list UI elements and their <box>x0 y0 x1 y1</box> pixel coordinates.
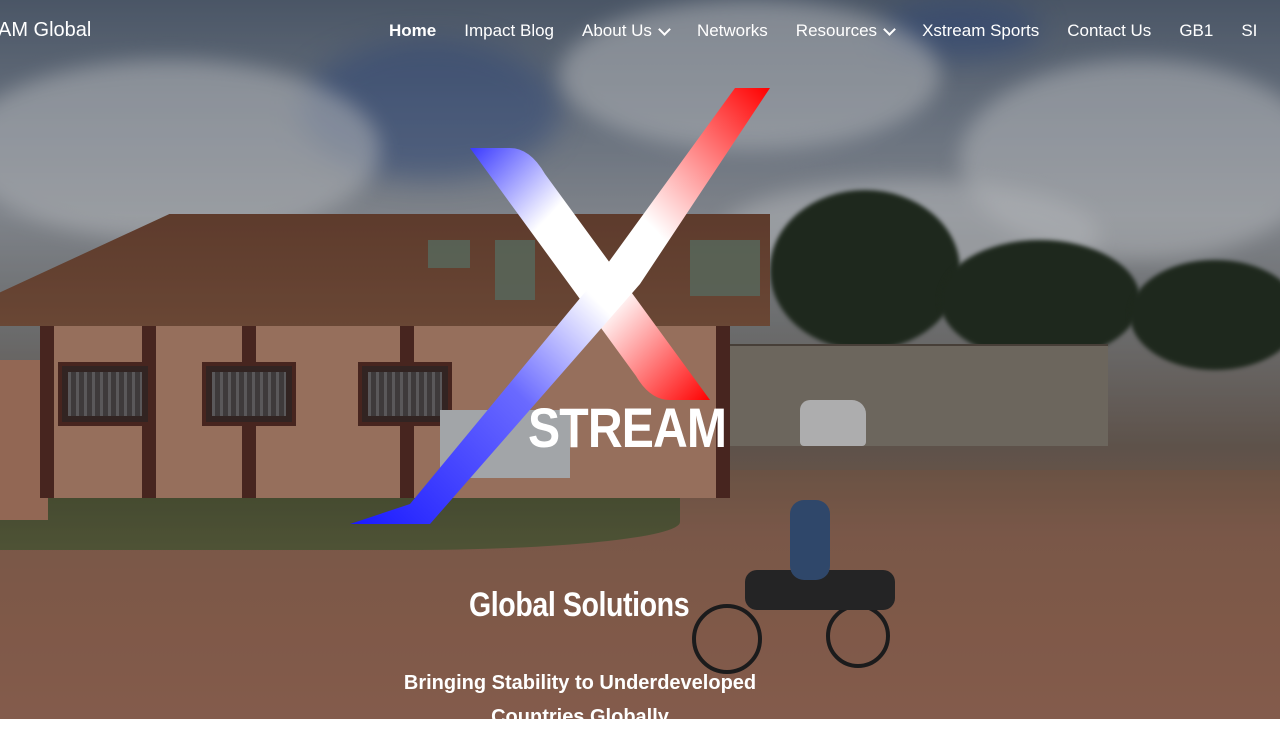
nav-item-networks[interactable]: Networks <box>697 21 768 41</box>
nav-item-xstream-sports[interactable]: Xstream Sports <box>922 21 1039 41</box>
nav-item-si[interactable]: SI <box>1241 21 1257 41</box>
nav-item-gb1[interactable]: GB1 <box>1179 21 1213 41</box>
nav-item-home[interactable]: Home <box>389 21 436 41</box>
chevron-down-icon <box>883 22 896 36</box>
hero-headline: Global Solutions <box>469 586 690 624</box>
hero-subline: Bringing Stability to Underdeveloped Cou… <box>403 672 757 728</box>
nav-menu: Home Impact Blog About Us Networks Resou… <box>389 21 1280 41</box>
chevron-down-icon <box>658 22 671 36</box>
xstream-logo <box>350 88 770 524</box>
nav-item-impact-blog[interactable]: Impact Blog <box>464 21 554 41</box>
top-navigation: AM Global Home Impact Blog About Us Netw… <box>0 0 1280 62</box>
nav-item-resources[interactable]: Resources <box>796 21 896 41</box>
nav-item-about-us[interactable]: About Us <box>582 21 671 41</box>
nav-item-contact-us[interactable]: Contact Us <box>1067 21 1151 41</box>
site-brand[interactable]: AM Global <box>0 19 91 42</box>
logo-wordmark: STREAM <box>528 396 727 459</box>
